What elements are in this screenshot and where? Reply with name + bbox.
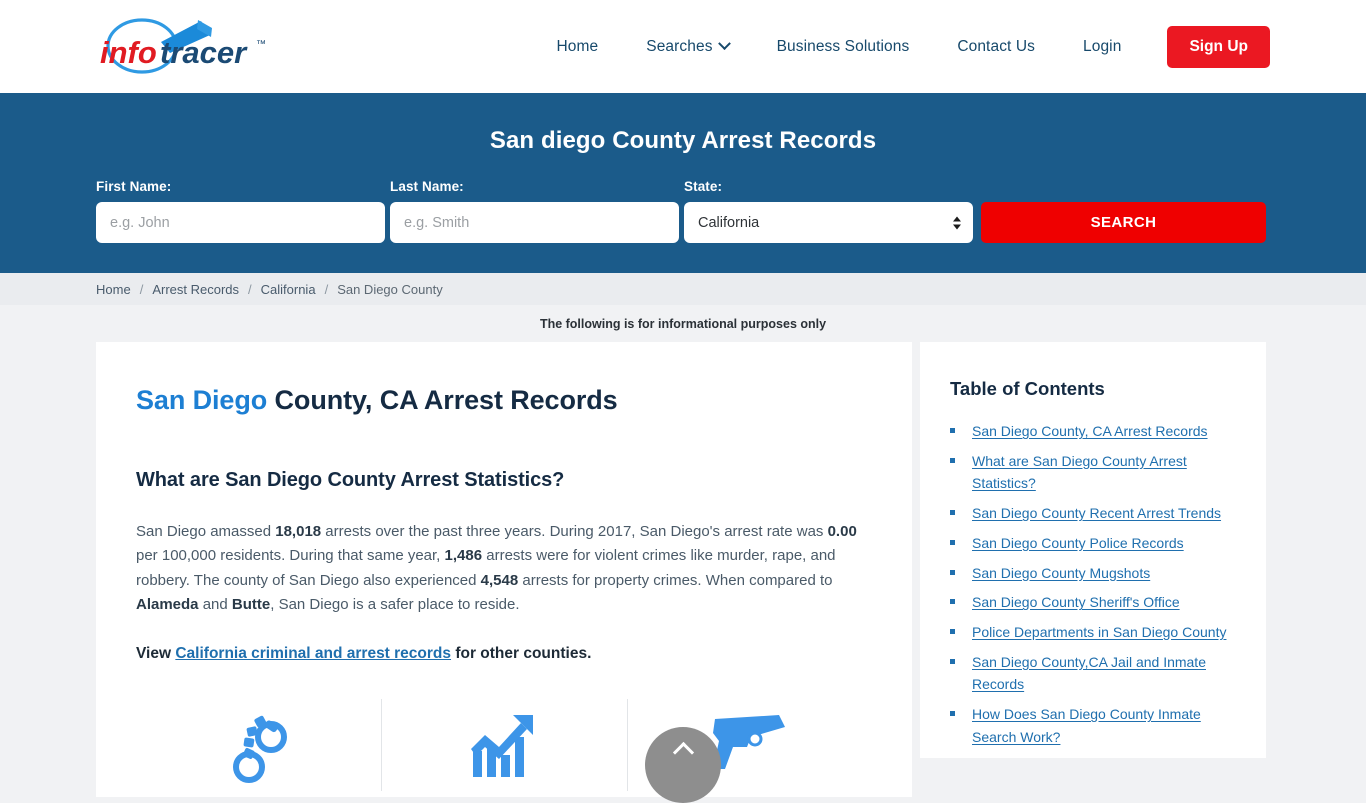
stat-violent-crime-arrests: 1,486 xyxy=(444,547,483,565)
list-item: San Diego County Police Records xyxy=(950,533,1238,556)
view-prefix: View xyxy=(136,644,176,662)
arrest-statistics-paragraph: San Diego amassed 18,018 arrests over th… xyxy=(136,520,860,618)
paragraph-text: per 100,000 residents. During that same … xyxy=(136,547,445,565)
nav-home[interactable]: Home xyxy=(533,38,623,56)
svg-text:tracer: tracer xyxy=(160,35,248,70)
last-name-input[interactable] xyxy=(390,202,679,243)
paragraph-text: arrests over the past three years. Durin… xyxy=(321,522,828,540)
nav-searches[interactable]: Searches xyxy=(622,37,752,56)
nav-business-solutions[interactable]: Business Solutions xyxy=(753,38,934,56)
stat-property-crime-arrests: 4,548 xyxy=(480,571,519,589)
page-title: San Diego County, CA Arrest Records xyxy=(136,384,872,418)
nav-home-label: Home xyxy=(556,37,599,55)
nav-login[interactable]: Login xyxy=(1059,38,1145,56)
list-item: How Does San Diego County Inmate Search … xyxy=(950,704,1238,749)
page-title-rest: County, CA Arrest Records xyxy=(267,385,618,415)
infotracer-logo-svg: info tracer ™ xyxy=(100,17,266,74)
main-navigation: Home Searches Business Solutions Contact… xyxy=(533,25,1270,68)
section-heading-arrest-statistics: What are San Diego County Arrest Statist… xyxy=(136,468,565,491)
view-suffix: for other counties. xyxy=(451,644,592,662)
toc-link-sheriffs-office[interactable]: San Diego County Sheriff's Office xyxy=(972,594,1180,610)
paragraph-text: , San Diego is a safer place to reside. xyxy=(270,596,520,614)
chevron-down-icon xyxy=(717,37,731,51)
first-name-label: First Name: xyxy=(96,179,172,194)
paragraph-text: arrests for property crimes. When compar… xyxy=(518,571,833,589)
table-of-contents-card: Table of Contents San Diego County, CA A… xyxy=(920,342,1266,758)
first-name-input[interactable] xyxy=(96,202,385,243)
paragraph-text: and xyxy=(198,596,232,614)
breadcrumb-item-current: San Diego County xyxy=(337,281,443,297)
nav-contact-us[interactable]: Contact Us xyxy=(933,38,1059,56)
california-records-link[interactable]: California criminal and arrest records xyxy=(175,645,451,662)
state-label: State: xyxy=(684,179,723,194)
feature-icon-strip xyxy=(136,698,872,797)
nav-searches-label: Searches xyxy=(646,37,713,55)
breadcrumb-separator: / xyxy=(139,281,144,297)
trending-up-chart-icon xyxy=(470,714,533,777)
state-select[interactable]: California xyxy=(684,202,973,243)
breadcrumb-item-home[interactable]: Home xyxy=(96,282,131,297)
toc-link-jail-inmate-records[interactable]: San Diego County,CA Jail and Inmate Reco… xyxy=(972,654,1206,693)
breadcrumb-separator: / xyxy=(324,281,329,297)
informational-disclaimer: The following is for informational purpo… xyxy=(0,305,1366,342)
toc-list: San Diego County, CA Arrest Records What… xyxy=(950,421,1238,750)
stat-total-arrests: 18,018 xyxy=(275,522,322,540)
stat-arrest-rate: 0.00 xyxy=(827,522,857,540)
toc-link-inmate-search[interactable]: How Does San Diego County Inmate Search … xyxy=(972,706,1201,745)
scroll-to-top-button[interactable] xyxy=(645,727,721,803)
arrest-records-search-form: First Name: Last Name: State: California… xyxy=(96,179,1270,243)
search-banner: San diego County Arrest Records First Na… xyxy=(0,93,1366,273)
list-item: San Diego County Mugshots xyxy=(950,563,1238,586)
handgun-icon xyxy=(713,714,786,769)
infotracer-logo[interactable]: info tracer ™ xyxy=(98,16,283,78)
toc-link-police-departments[interactable]: Police Departments in San Diego County xyxy=(972,624,1226,640)
list-item: What are San Diego County Arrest Statist… xyxy=(950,451,1238,496)
list-item: San Diego County Recent Arrest Trends xyxy=(950,503,1238,526)
toc-title: Table of Contents xyxy=(950,378,1105,399)
svg-text:™: ™ xyxy=(256,39,266,50)
view-other-counties-line: View California criminal and arrest reco… xyxy=(136,645,872,663)
site-header: info tracer ™ Home Searches Business Sol… xyxy=(0,0,1366,93)
toc-link-arrest-records[interactable]: San Diego County, CA Arrest Records xyxy=(972,423,1208,439)
compared-county-alameda: Alameda xyxy=(136,596,199,614)
main-article-card: San Diego County, CA Arrest Records What… xyxy=(96,342,912,797)
list-item: San Diego County, CA Arrest Records xyxy=(950,421,1238,444)
compared-county-butte: Butte xyxy=(231,596,271,614)
list-item: San Diego County Sheriff's Office xyxy=(950,592,1238,615)
icon-cell-arrest-trends xyxy=(381,698,626,797)
breadcrumb-item-california[interactable]: California xyxy=(261,282,316,297)
nav-login-label: Login xyxy=(1083,37,1122,55)
paragraph-text: San Diego amassed xyxy=(136,522,276,540)
toc-link-recent-arrest-trends[interactable]: San Diego County Recent Arrest Trends xyxy=(972,505,1221,521)
nav-contact-us-label: Contact Us xyxy=(957,37,1035,55)
last-name-label: Last Name: xyxy=(390,179,464,194)
toc-link-mugshots[interactable]: San Diego County Mugshots xyxy=(972,565,1150,581)
breadcrumb: Home / Arrest Records / California / San… xyxy=(0,273,1366,305)
handcuffs-icon xyxy=(232,715,287,783)
search-button[interactable]: SEARCH xyxy=(981,202,1266,243)
breadcrumb-item-arrest-records[interactable]: Arrest Records xyxy=(152,282,239,297)
toc-link-arrest-statistics[interactable]: What are San Diego County Arrest Statist… xyxy=(972,453,1187,492)
state-field-group: State: California xyxy=(684,179,973,243)
banner-title: San diego County Arrest Records xyxy=(489,127,877,154)
page-title-highlight: San Diego xyxy=(136,385,268,415)
chevron-up-icon xyxy=(672,741,694,764)
breadcrumb-separator: / xyxy=(248,281,252,297)
list-item: Police Departments in San Diego County xyxy=(950,622,1238,645)
nav-business-solutions-label: Business Solutions xyxy=(776,37,910,55)
icon-cell-handcuffs xyxy=(136,705,381,797)
first-name-field-group: First Name: xyxy=(96,179,385,243)
list-item: San Diego County,CA Jail and Inmate Reco… xyxy=(950,652,1238,697)
svg-text:info: info xyxy=(100,35,157,70)
last-name-field-group: Last Name: xyxy=(390,179,679,243)
toc-link-police-records[interactable]: San Diego County Police Records xyxy=(972,535,1184,551)
sign-up-button[interactable]: Sign Up xyxy=(1167,25,1270,68)
